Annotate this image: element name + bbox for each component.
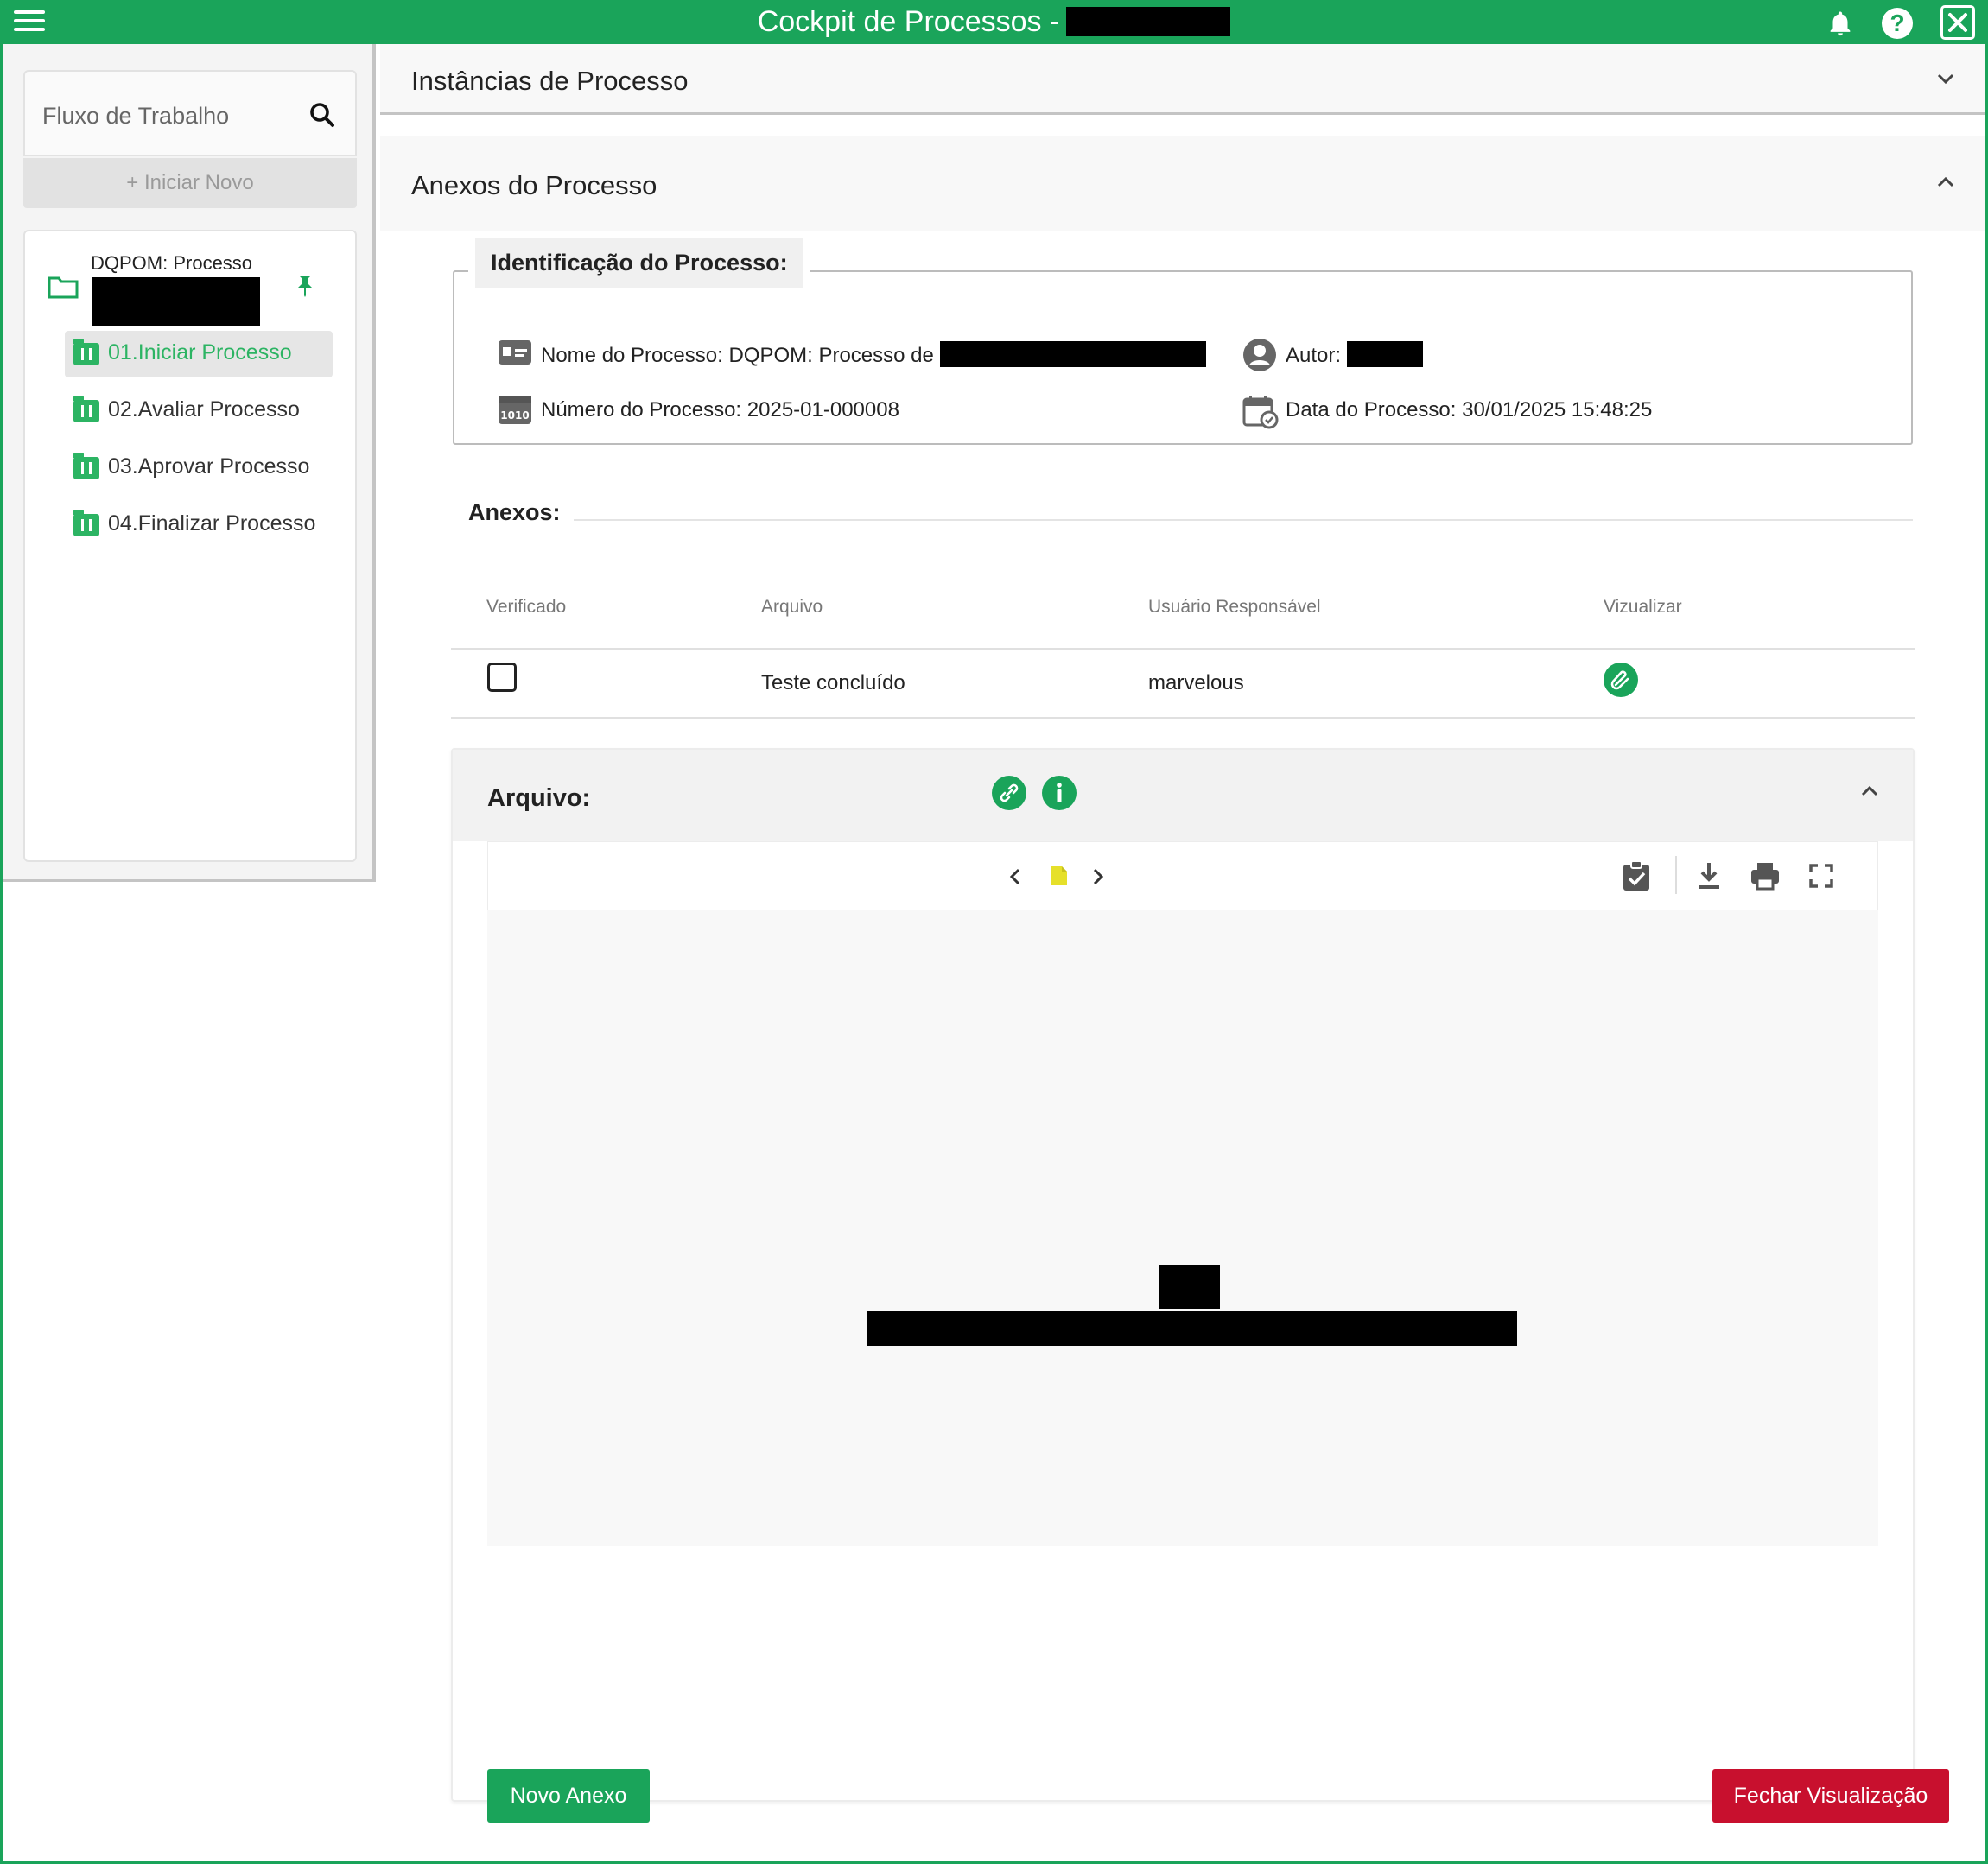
- new-attachment-button[interactable]: Novo Anexo: [487, 1769, 650, 1823]
- viewer-header[interactable]: Arquivo:: [453, 750, 1913, 841]
- search-placeholder: Fluxo de Trabalho: [42, 103, 230, 129]
- process-date-label: Data do Processo:: [1286, 398, 1457, 422]
- search-icon[interactable]: [307, 99, 338, 130]
- top-bar: Cockpit de Processos - ?: [0, 0, 1988, 44]
- sidebar: Fluxo de Trabalho + Iniciar Novo DQPOM: …: [3, 44, 376, 882]
- step-label: 02.Avaliar Processo: [108, 397, 300, 422]
- accordion-title: Instâncias de Processo: [411, 66, 689, 96]
- chevron-up-icon[interactable]: [1859, 783, 1880, 800]
- process-date-row: Data do Processo: 30/01/2025 15:48:25: [1242, 396, 1653, 429]
- accordion-attachments[interactable]: Anexos do Processo: [380, 136, 1985, 231]
- workflow-step-icon: [73, 510, 99, 536]
- chevron-up-icon[interactable]: [1935, 174, 1956, 191]
- process-tree: DQPOM: Processo 01.Iniciar Processo 02.A…: [23, 230, 357, 862]
- table-cell-file: Teste concluído: [761, 671, 905, 694]
- process-identification-box: Nome do Processo: DQPOM: Processo de Aut…: [453, 270, 1913, 445]
- author-label: Autor:: [1286, 344, 1342, 367]
- pin-icon[interactable]: [296, 275, 314, 297]
- viewer-title: Arquivo:: [487, 784, 591, 812]
- redacted-block: [1159, 1265, 1220, 1309]
- help-icon[interactable]: ?: [1882, 8, 1913, 39]
- download-icon[interactable]: [1696, 859, 1722, 892]
- process-number-label: Número do Processo:: [541, 398, 742, 422]
- column-header-file: Arquivo: [761, 597, 823, 617]
- table-divider: [451, 648, 1915, 650]
- table-cell-user: marvelous: [1148, 671, 1244, 694]
- print-icon[interactable]: [1750, 861, 1781, 891]
- close-view-button[interactable]: Fechar Visualização: [1712, 1769, 1949, 1823]
- column-header-user: Usuário Responsável: [1148, 597, 1321, 617]
- view-attachment-button[interactable]: [1604, 663, 1638, 697]
- link-icon[interactable]: [992, 776, 1026, 810]
- redacted-block: [1066, 7, 1231, 36]
- start-new-button[interactable]: + Iniciar Novo: [23, 158, 357, 208]
- pdf-toolbar: [487, 841, 1878, 910]
- search-input[interactable]: Fluxo de Trabalho: [23, 70, 357, 156]
- column-header-verified: Verificado: [486, 597, 567, 617]
- redacted-block: [939, 341, 1206, 367]
- column-header-view: Vizualizar: [1604, 597, 1682, 617]
- verified-checkbox[interactable]: [487, 663, 517, 692]
- process-name-row: Nome do Processo: DQPOM: Processo de: [499, 340, 1206, 368]
- step-label: 03.Aprovar Processo: [108, 454, 310, 479]
- workflow-step-icon: [73, 339, 99, 365]
- process-name-value: DQPOM: Processo de: [728, 344, 934, 367]
- step-finalizar-processo[interactable]: 04.Finalizar Processo: [65, 502, 333, 548]
- chevron-down-icon[interactable]: [1935, 70, 1956, 87]
- svg-text:1010: 1010: [500, 409, 529, 422]
- app-title: Cockpit de Processos -: [0, 5, 1988, 39]
- step-avaliar-processo[interactable]: 02.Avaliar Processo: [65, 388, 333, 434]
- toolbar-separator: [1675, 856, 1677, 894]
- calendar-icon: [1242, 396, 1279, 429]
- bell-icon[interactable]: [1826, 9, 1855, 38]
- identification-legend: Identificação do Processo:: [468, 231, 810, 295]
- identification-title: Identificação do Processo:: [475, 238, 803, 288]
- step-label: 04.Finalizar Processo: [108, 511, 316, 536]
- process-number-row: 1010 Número do Processo: 2025-01-000008: [499, 396, 899, 424]
- table-divider: [451, 717, 1915, 719]
- workflow-step-icon: [73, 453, 99, 479]
- redacted-block: [92, 277, 260, 326]
- accordion-instances[interactable]: Instâncias de Processo: [380, 44, 1985, 115]
- number-icon: 1010: [499, 396, 531, 424]
- step-iniciar-processo[interactable]: 01.Iniciar Processo: [65, 331, 333, 377]
- pdf-preview[interactable]: [487, 910, 1878, 1546]
- paperclip-icon: [1610, 670, 1629, 690]
- process-name-label: Nome do Processo:: [541, 344, 723, 367]
- process-date-value: 30/01/2025 15:48:25: [1462, 398, 1653, 422]
- accordion-title: Anexos do Processo: [411, 170, 657, 200]
- process-number-value: 2025-01-000008: [746, 398, 899, 422]
- user-icon: [1243, 339, 1276, 371]
- id-card-icon: [499, 340, 531, 365]
- file-viewer: Arquivo: Novo Anexo Fechar Visualização: [451, 748, 1949, 1823]
- chevron-left-icon[interactable]: [1007, 866, 1024, 887]
- attachments-label: Anexos:: [468, 499, 561, 525]
- fullscreen-icon[interactable]: [1808, 863, 1834, 889]
- process-label[interactable]: DQPOM: Processo: [91, 252, 252, 275]
- author-row: Autor:: [1243, 339, 1423, 371]
- divider: [574, 519, 1913, 521]
- close-icon[interactable]: [1940, 5, 1975, 40]
- redacted-block: [1346, 341, 1423, 367]
- chevron-right-icon[interactable]: [1089, 866, 1107, 887]
- document-icon[interactable]: [1050, 865, 1069, 887]
- info-icon[interactable]: [1042, 776, 1077, 810]
- step-label: 01.Iniciar Processo: [108, 340, 292, 365]
- clipboard-check-icon[interactable]: [1622, 859, 1651, 892]
- folder-icon[interactable]: [48, 275, 79, 299]
- redacted-block: [867, 1311, 1517, 1346]
- step-aprovar-processo[interactable]: 03.Aprovar Processo: [65, 445, 333, 491]
- workflow-step-icon: [73, 396, 99, 422]
